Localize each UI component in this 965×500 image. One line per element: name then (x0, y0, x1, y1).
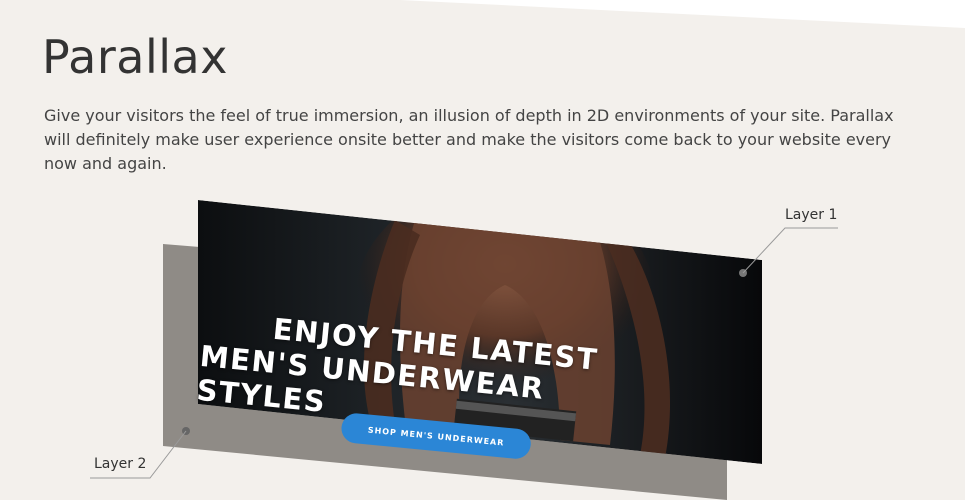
layer-2-label: Layer 2 (94, 456, 147, 472)
page-description: Give your visitors the feel of true imme… (44, 106, 894, 173)
page-title: Parallax (42, 30, 228, 84)
layer-1-label: Layer 1 (785, 207, 838, 223)
